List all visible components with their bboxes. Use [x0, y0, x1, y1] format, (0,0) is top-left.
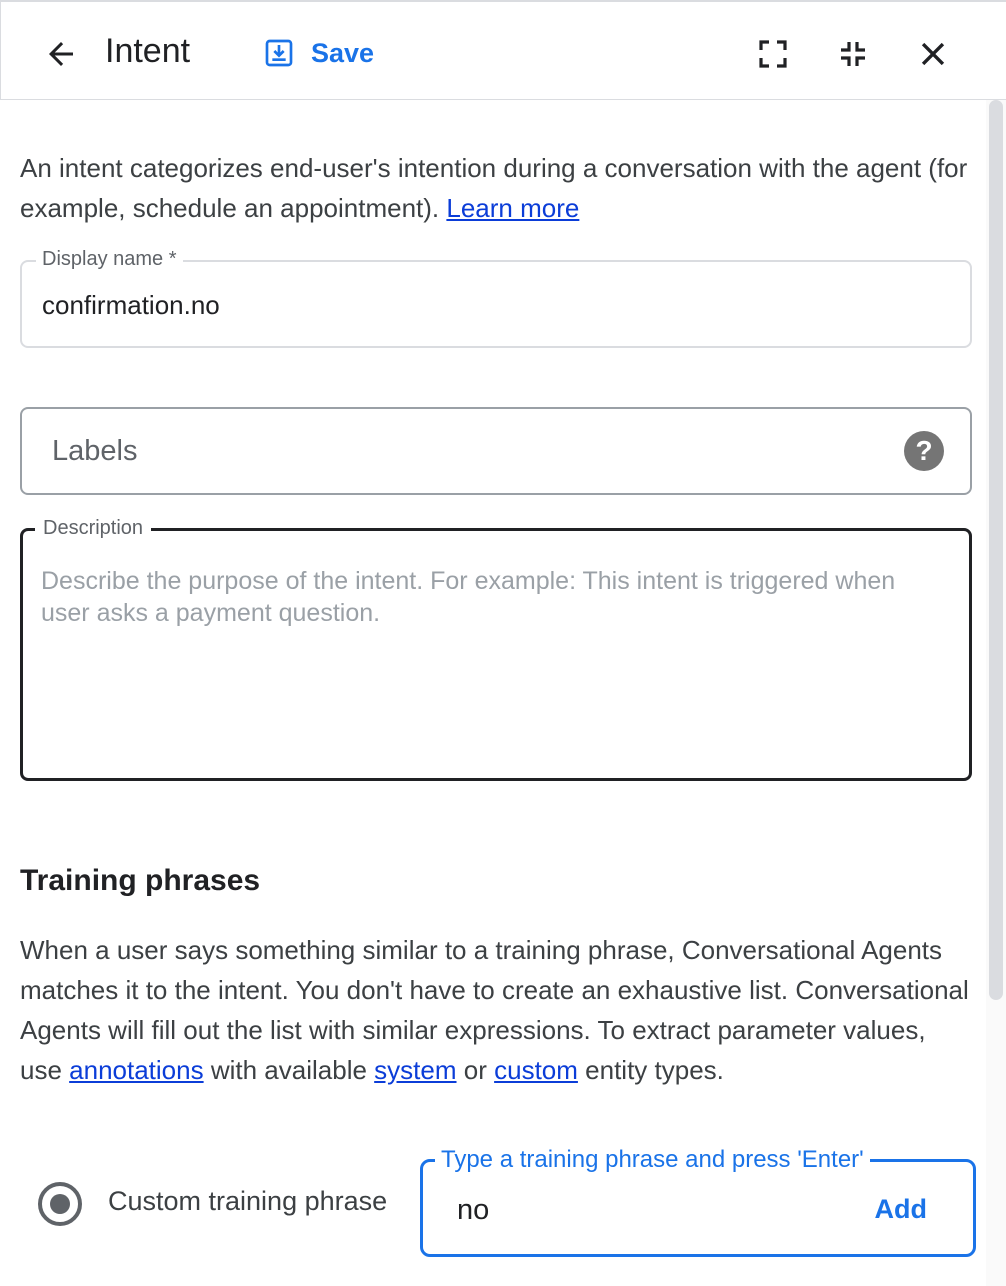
- panel-header: Intent Save: [0, 0, 1006, 100]
- training-phrase-input[interactable]: [457, 1194, 837, 1227]
- custom-training-phrase-radio[interactable]: [38, 1182, 82, 1226]
- help-icon[interactable]: ?: [904, 431, 944, 471]
- back-button[interactable]: [37, 30, 85, 78]
- save-label: Save: [311, 37, 375, 68]
- scrollbar-track[interactable]: [986, 100, 1006, 1286]
- intro-text: An intent categorizes end-user's intenti…: [20, 148, 970, 228]
- training-desc-text-4: entity types.: [585, 1055, 724, 1085]
- fullscreen-exit-icon: [841, 42, 865, 66]
- custom-training-phrase-label[interactable]: Custom training phrase: [108, 1186, 387, 1217]
- panel-title: Intent: [105, 32, 191, 70]
- annotations-link[interactable]: annotations: [69, 1055, 203, 1085]
- training-desc-text-3: or: [463, 1055, 487, 1085]
- system-link[interactable]: system: [374, 1055, 456, 1085]
- training-phrase-label: Type a training phrase and press 'Enter': [435, 1146, 870, 1174]
- save-download-icon: [265, 39, 293, 67]
- description-field[interactable]: Description: [20, 517, 972, 781]
- close-icon: [921, 42, 945, 66]
- add-button[interactable]: Add: [875, 1194, 927, 1225]
- training-phrases-title: Training phrases: [20, 864, 261, 897]
- labels-field[interactable]: ?: [20, 407, 972, 495]
- close-button[interactable]: [909, 30, 957, 78]
- exit-fullscreen-button[interactable]: [829, 32, 877, 76]
- display-name-input[interactable]: [42, 290, 942, 321]
- custom-link[interactable]: custom: [494, 1055, 578, 1085]
- learn-more-link[interactable]: Learn more: [446, 193, 579, 223]
- training-phrase-field[interactable]: Type a training phrase and press 'Enter'…: [420, 1146, 976, 1257]
- scrollbar-thumb[interactable]: [989, 100, 1003, 1000]
- labels-input[interactable]: [52, 435, 872, 468]
- description-label: Description: [35, 517, 152, 540]
- radio-selected-dot: [50, 1194, 70, 1214]
- fullscreen-button[interactable]: [749, 32, 797, 76]
- display-name-label: Display name *: [36, 248, 183, 271]
- description-textarea[interactable]: [41, 565, 941, 755]
- save-button[interactable]: Save: [263, 30, 374, 76]
- arrow-back-icon: [49, 42, 73, 66]
- training-desc-text-2: with available: [210, 1055, 367, 1085]
- training-phrases-description: When a user says something similar to a …: [20, 930, 970, 1090]
- display-name-field[interactable]: Display name *: [20, 248, 972, 348]
- fullscreen-icon: [759, 40, 787, 68]
